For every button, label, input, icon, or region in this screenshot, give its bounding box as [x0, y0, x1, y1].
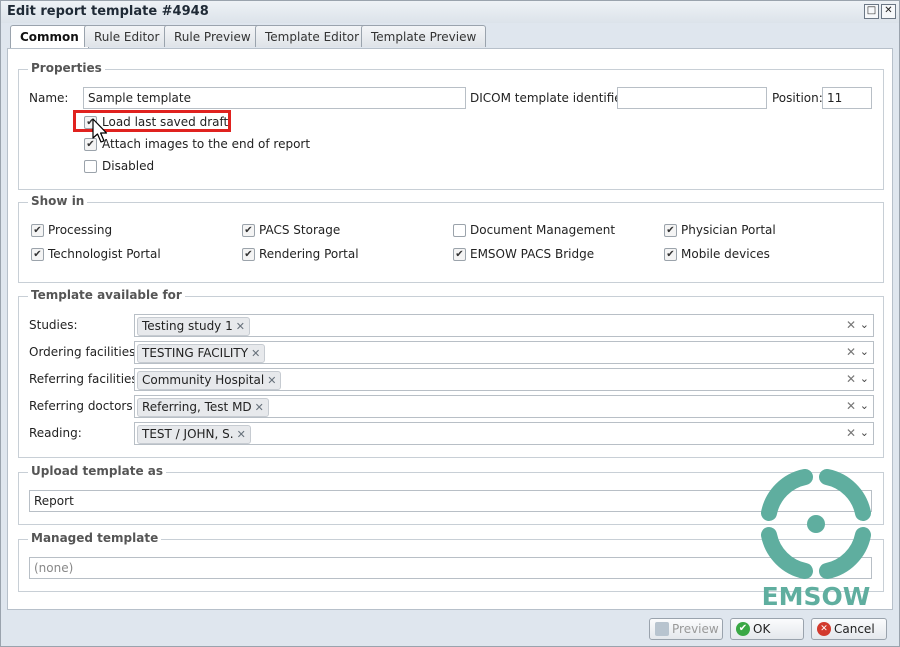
disabled-checkbox[interactable]	[84, 160, 97, 173]
remove-tag-icon[interactable]: ✕	[251, 347, 260, 360]
show-in-fieldset: Show in ✔ Processing ✔ PACS Storage Docu…	[18, 194, 884, 283]
show-processing-checkbox[interactable]: ✔	[31, 224, 44, 237]
emsow-logo: EMSOW	[761, 469, 871, 609]
clear-icon[interactable]: ✕	[846, 426, 856, 440]
show-pacs-bridge-label: EMSOW PACS Bridge	[470, 247, 595, 261]
properties-legend: Properties	[28, 61, 105, 75]
ordering-facilities-select[interactable]: TESTING FACILITY ✕ ✕ ⌄	[134, 341, 874, 364]
show-in-legend: Show in	[28, 194, 88, 208]
show-technologist-portal-checkbox[interactable]: ✔	[31, 248, 44, 261]
dicom-identifier-label: DICOM template identifier:	[470, 91, 631, 105]
chevron-down-icon[interactable]: ⌄	[860, 345, 869, 358]
edit-report-template-window: Edit report template #4948 □ ✕ Common Ru…	[0, 0, 900, 647]
show-document-management-checkbox[interactable]	[453, 224, 466, 237]
ok-button[interactable]: ✔ OK	[730, 618, 804, 640]
remove-tag-icon[interactable]: ✕	[237, 428, 246, 441]
tag-text: TEST / JOHN, S.	[142, 427, 234, 441]
tag-text: Community Hospital	[142, 373, 265, 387]
dicom-identifier-input[interactable]	[617, 87, 767, 109]
studies-select[interactable]: Testing study 1 ✕ ✕ ⌄	[134, 314, 874, 337]
tag-chip: Referring, Test MD ✕	[137, 398, 269, 417]
show-document-management-label: Document Management	[470, 223, 616, 237]
show-physician-portal-label: Physician Portal	[681, 223, 776, 237]
managed-legend: Managed template	[28, 531, 162, 545]
show-pacs-storage-checkbox[interactable]: ✔	[242, 224, 255, 237]
upload-legend: Upload template as	[28, 464, 167, 478]
available-for-fieldset: Template available for Studies: Testing …	[18, 288, 884, 458]
tab-template-editor[interactable]: Template Editor	[255, 25, 370, 47]
tag-text: Referring, Test MD	[142, 400, 252, 414]
preview-button-label: Preview	[672, 622, 719, 636]
position-label: Position:	[772, 91, 823, 105]
disabled-label: Disabled	[102, 159, 155, 173]
tab-rule-preview[interactable]: Rule Preview	[164, 25, 261, 47]
position-input[interactable]: 11	[822, 87, 872, 109]
clear-icon[interactable]: ✕	[846, 345, 856, 359]
referring-doctors-label: Referring doctors:	[29, 399, 137, 413]
upload-as-select[interactable]: Report	[29, 490, 872, 512]
show-mobile-devices-checkbox[interactable]: ✔	[664, 248, 677, 261]
studies-label: Studies:	[29, 318, 78, 332]
mouse-cursor-icon	[92, 118, 108, 143]
show-technologist-portal-label: Technologist Portal	[48, 247, 161, 261]
managed-template-select[interactable]: (none)	[29, 557, 872, 579]
tag-chip: Testing study 1 ✕	[137, 317, 250, 336]
chevron-down-icon[interactable]: ⌄	[860, 426, 869, 439]
referring-facilities-select[interactable]: Community Hospital ✕ ✕ ⌄	[134, 368, 874, 391]
upload-fieldset: Upload template as Report	[18, 464, 884, 525]
show-mobile-devices-label: Mobile devices	[681, 247, 770, 261]
tag-text: Testing study 1	[142, 319, 233, 333]
tab-rule-editor[interactable]: Rule Editor	[84, 25, 170, 47]
show-rendering-portal-label: Rendering Portal	[259, 247, 359, 261]
tab-strip: Common Rule Editor Rule Preview Template…	[7, 25, 893, 48]
ordering-facilities-label: Ordering facilities:	[29, 345, 140, 359]
tag-text: TESTING FACILITY	[142, 346, 249, 360]
window-title: Edit report template #4948	[7, 4, 209, 19]
attach-images-label: Attach images to the end of report	[102, 137, 311, 151]
preview-button[interactable]: Preview	[649, 618, 723, 640]
tab-common[interactable]: Common	[10, 25, 89, 48]
window-titlebar[interactable]: Edit report template #4948 □ ✕	[1, 1, 899, 23]
image-icon	[655, 622, 669, 636]
chevron-down-icon[interactable]: ⌄	[860, 372, 869, 385]
show-pacs-storage-label: PACS Storage	[259, 223, 341, 237]
reading-label: Reading:	[29, 426, 82, 440]
tab-template-preview[interactable]: Template Preview	[361, 25, 487, 47]
close-icon[interactable]: ✕	[881, 4, 896, 19]
tag-chip: Community Hospital ✕	[137, 371, 282, 390]
show-pacs-bridge-checkbox[interactable]: ✔	[453, 248, 466, 261]
logo-text: EMSOW	[762, 582, 871, 609]
clear-icon[interactable]: ✕	[846, 399, 856, 413]
referring-facilities-label: Referring facilities:	[29, 372, 142, 386]
show-rendering-portal-checkbox[interactable]: ✔	[242, 248, 255, 261]
available-for-legend: Template available for	[28, 288, 185, 302]
cancel-button[interactable]: ✕ Cancel	[811, 618, 887, 640]
name-label: Name:	[29, 91, 69, 105]
managed-fieldset: Managed template (none)	[18, 531, 884, 592]
name-input[interactable]: Sample template	[83, 87, 466, 109]
referring-doctors-select[interactable]: Referring, Test MD ✕ ✕ ⌄	[134, 395, 874, 418]
clear-icon[interactable]: ✕	[846, 372, 856, 386]
reading-select[interactable]: TEST / JOHN, S. ✕ ✕ ⌄	[134, 422, 874, 445]
maximize-icon[interactable]: □	[864, 4, 879, 19]
chevron-down-icon[interactable]: ⌄	[860, 399, 869, 412]
remove-tag-icon[interactable]: ✕	[255, 401, 264, 414]
remove-tag-icon[interactable]: ✕	[236, 320, 245, 333]
show-physician-portal-checkbox[interactable]: ✔	[664, 224, 677, 237]
remove-tag-icon[interactable]: ✕	[267, 374, 276, 387]
cancel-icon: ✕	[817, 622, 831, 636]
tag-chip: TESTING FACILITY ✕	[137, 344, 266, 363]
clear-icon[interactable]: ✕	[846, 318, 856, 332]
show-processing-label: Processing	[48, 223, 113, 237]
check-icon: ✔	[736, 622, 750, 636]
ok-button-label: OK	[753, 622, 771, 636]
chevron-down-icon[interactable]: ⌄	[860, 318, 869, 331]
tag-chip: TEST / JOHN, S. ✕	[137, 425, 251, 444]
cancel-button-label: Cancel	[834, 622, 875, 636]
